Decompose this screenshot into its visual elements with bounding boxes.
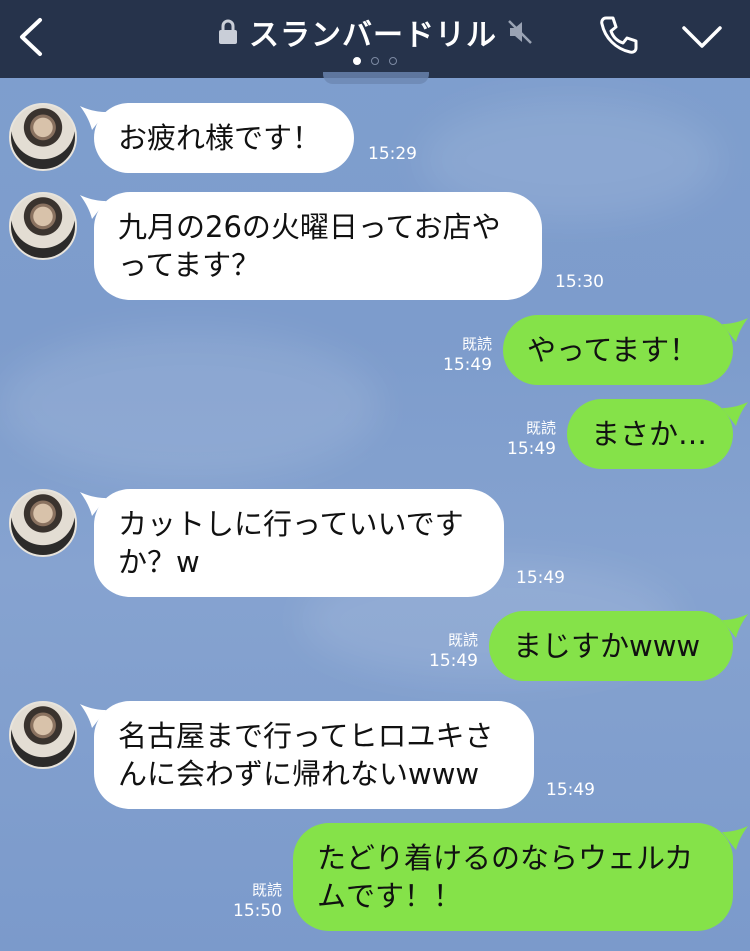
incoming-message[interactable]: お疲れ様です！: [94, 103, 354, 173]
page-dot-active: [353, 57, 361, 65]
phone-icon[interactable]: [598, 14, 640, 56]
speaker-muted-icon: [508, 20, 532, 44]
outgoing-message[interactable]: まさか…: [567, 399, 733, 469]
header-pull-tab[interactable]: [323, 72, 429, 84]
bubble-tail: [722, 318, 748, 342]
page-indicator: [0, 57, 750, 65]
avatar[interactable]: [9, 192, 77, 260]
chat-title: スランバードリル: [249, 18, 497, 53]
avatar[interactable]: [9, 701, 77, 769]
background-cloud: [0, 330, 380, 480]
bubble-tail: [722, 402, 748, 426]
outgoing-message[interactable]: まじすかwww: [489, 611, 733, 681]
message-time: 15:49: [516, 568, 565, 588]
outgoing-message[interactable]: やってます！: [503, 315, 733, 385]
outgoing-message[interactable]: たどり着けるのならウェルカ ムです！！: [293, 823, 733, 931]
message-time: 15:30: [555, 272, 604, 292]
message-time: 15:29: [368, 144, 417, 164]
page-dot: [389, 57, 397, 65]
bubble-tail: [722, 614, 748, 638]
incoming-message[interactable]: 名古屋まで行ってヒロユキさ んに会わずに帰れないwww: [94, 701, 534, 809]
read-receipt: 既読 15:49: [443, 335, 492, 375]
incoming-message[interactable]: カットしに行っていいです か？w: [94, 489, 504, 597]
bubble-tail: [722, 826, 748, 850]
page-dot: [371, 57, 379, 65]
avatar[interactable]: [9, 103, 77, 171]
avatar[interactable]: [9, 489, 77, 557]
read-receipt: 既読 15:50: [233, 881, 282, 921]
chat-header: スランバードリル: [0, 0, 750, 78]
chat-title-group[interactable]: スランバードリル: [217, 10, 533, 54]
read-receipt: 既読 15:49: [429, 631, 478, 671]
lock-icon: [219, 19, 237, 44]
read-receipt: 既読 15:49: [507, 419, 556, 459]
chevron-down-icon[interactable]: [680, 22, 724, 52]
incoming-message[interactable]: 九月の26の火曜日ってお店や ってます？: [94, 192, 542, 300]
message-time: 15:49: [546, 780, 595, 800]
